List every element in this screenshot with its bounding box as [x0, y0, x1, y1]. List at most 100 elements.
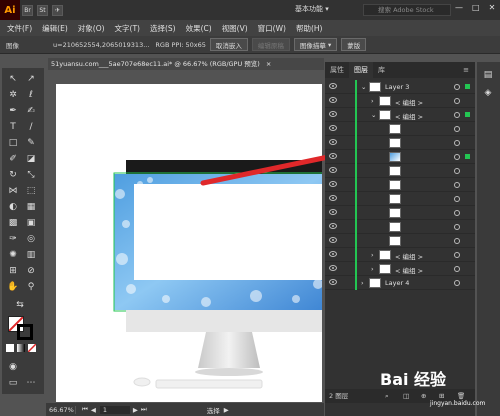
visibility-eye-icon[interactable] — [329, 83, 337, 89]
target-circle-icon[interactable] — [454, 238, 460, 244]
target-circle-icon[interactable] — [454, 126, 460, 132]
lasso-tool-icon[interactable]: ℓ — [24, 88, 38, 102]
bridge-button[interactable]: Br — [22, 4, 33, 16]
visibility-eye-icon[interactable] — [329, 181, 337, 187]
new-sublayer-icon[interactable]: ⊕ — [421, 389, 426, 403]
workspace-switcher[interactable]: 基本功能 ▾ — [295, 4, 329, 14]
pen-tool-icon[interactable]: ✒ — [6, 104, 20, 118]
expand-icon[interactable]: › — [361, 279, 364, 287]
visibility-eye-icon[interactable] — [329, 153, 337, 159]
visibility-eye-icon[interactable] — [329, 279, 337, 285]
first-page-icon[interactable]: ⏮ — [82, 405, 88, 414]
artwork[interactable] — [56, 84, 328, 402]
expand-icon[interactable]: › — [371, 97, 374, 105]
target-circle-icon[interactable] — [454, 140, 460, 146]
layer-name[interactable]: < 编组 > — [395, 97, 423, 107]
shape-builder-icon[interactable]: ◐ — [6, 200, 20, 214]
visibility-eye-icon[interactable] — [329, 265, 337, 271]
stroke-color-swatch[interactable] — [17, 324, 33, 340]
expand-icon[interactable]: › — [371, 251, 374, 259]
gradient-mode-icon[interactable] — [17, 344, 25, 352]
target-circle-icon[interactable] — [454, 154, 460, 160]
mask-button[interactable]: 蒙版 — [341, 38, 367, 51]
target-circle-icon[interactable] — [454, 98, 460, 104]
blend-tool-icon[interactable]: ◎ — [24, 232, 38, 246]
artboard-tool-icon[interactable]: ⊞ — [6, 264, 20, 278]
panel-icon-2[interactable]: ◈ — [481, 86, 495, 100]
mesh-tool-icon[interactable]: ▩ — [6, 216, 20, 230]
tab-properties[interactable]: 属性 — [325, 62, 349, 78]
rectangle-tool-icon[interactable]: □ — [6, 136, 20, 150]
visibility-eye-icon[interactable] — [329, 111, 337, 117]
target-circle-icon[interactable] — [454, 196, 460, 202]
artboard[interactable] — [56, 84, 328, 402]
swap-colors-icon[interactable]: ⇆ — [6, 298, 34, 312]
layer-row[interactable]: ⌄ < 编组 > — [325, 108, 475, 122]
visibility-eye-icon[interactable] — [329, 209, 337, 215]
curvature-tool-icon[interactable]: ✍ — [24, 104, 38, 118]
target-circle-icon[interactable] — [454, 182, 460, 188]
layer-row[interactable] — [325, 206, 475, 220]
width-tool-icon[interactable]: ⋈ — [6, 184, 20, 198]
layer-row[interactable] — [325, 136, 475, 150]
free-transform-icon[interactable]: ⬚ — [24, 184, 38, 198]
prev-page-icon[interactable]: ◀ — [91, 406, 96, 414]
none-mode-icon[interactable] — [27, 343, 37, 353]
target-circle-icon[interactable] — [454, 280, 460, 286]
layer-row[interactable] — [325, 178, 475, 192]
layer-row[interactable]: › < 编组 > — [325, 94, 475, 108]
symbol-sprayer-icon[interactable]: ✺ — [6, 248, 20, 262]
zoom-tool-icon[interactable]: ⚲ — [24, 280, 38, 294]
image-trace-button[interactable]: 图像描摹 ▾ — [293, 38, 338, 51]
menu-item[interactable]: 编辑(E) — [37, 23, 73, 34]
close-icon[interactable]: ✕ — [489, 3, 496, 12]
close-document-icon[interactable]: × — [266, 60, 271, 68]
rotate-tool-icon[interactable]: ↻ — [6, 168, 20, 182]
type-tool-icon[interactable]: T — [6, 120, 20, 134]
make-clip-mask-icon[interactable]: ◫ — [403, 389, 409, 403]
line-tool-icon[interactable]: / — [24, 120, 38, 134]
selection-indicator[interactable] — [465, 84, 470, 89]
menu-item[interactable]: 窗口(W) — [253, 23, 291, 34]
edit-original-button[interactable]: 编辑原稿 — [251, 38, 290, 51]
target-circle-icon[interactable] — [454, 252, 460, 258]
graph-tool-icon[interactable]: ▥ — [24, 248, 38, 262]
layer-row[interactable] — [325, 192, 475, 206]
last-page-icon[interactable]: ⏭ — [141, 405, 147, 414]
menu-item[interactable]: 文字(T) — [110, 23, 145, 34]
eyedropper-icon[interactable]: ✑ — [6, 232, 20, 246]
panel-menu-icon[interactable]: ≡ — [463, 66, 475, 74]
status-arrow-icon[interactable]: ▶ — [224, 406, 229, 414]
zoom-level[interactable]: 66.67% — [46, 405, 76, 414]
maximize-icon[interactable]: □ — [472, 3, 480, 12]
panel-icon-1[interactable]: ▤ — [481, 68, 495, 82]
layer-name[interactable]: < 编组 > — [395, 265, 423, 275]
tab-layers[interactable]: 图层 — [349, 62, 373, 78]
visibility-eye-icon[interactable] — [329, 251, 337, 257]
visibility-eye-icon[interactable] — [329, 125, 337, 131]
shaper-tool-icon[interactable]: ✐ — [6, 152, 20, 166]
target-circle-icon[interactable] — [454, 210, 460, 216]
visibility-eye-icon[interactable] — [329, 139, 337, 145]
selection-indicator[interactable] — [465, 112, 470, 117]
locate-object-icon[interactable]: ⌕ — [385, 389, 389, 403]
layer-row[interactable] — [325, 164, 475, 178]
edit-toolbar-icon[interactable]: ⋯ — [24, 376, 38, 390]
stock-search-input[interactable]: 搜索 Adobe Stock — [363, 4, 451, 16]
target-circle-icon[interactable] — [454, 84, 460, 90]
visibility-eye-icon[interactable] — [329, 223, 337, 229]
scale-tool-icon[interactable]: ⤡ — [24, 168, 38, 182]
layer-row[interactable] — [325, 220, 475, 234]
paintbrush-tool-icon[interactable]: ✎ — [24, 136, 38, 150]
perspective-grid-icon[interactable]: ▦ — [24, 200, 38, 214]
document-tab[interactable]: 51yuansu.com___5ae707e68ec11.ai* @ 66.67… — [48, 58, 324, 70]
next-page-icon[interactable]: ▶ — [133, 406, 138, 414]
stock-button[interactable]: St — [37, 4, 48, 16]
menu-item[interactable]: 帮助(H) — [291, 23, 328, 34]
unembed-button[interactable]: 取消嵌入 — [209, 38, 248, 51]
layer-name[interactable]: < 编组 > — [395, 251, 423, 261]
expand-icon[interactable]: › — [371, 265, 374, 273]
eraser-tool-icon[interactable]: ◪ — [24, 152, 38, 166]
layer-row[interactable]: › Layer 4 — [325, 276, 475, 290]
layer-name[interactable]: < 编组 > — [395, 111, 423, 121]
